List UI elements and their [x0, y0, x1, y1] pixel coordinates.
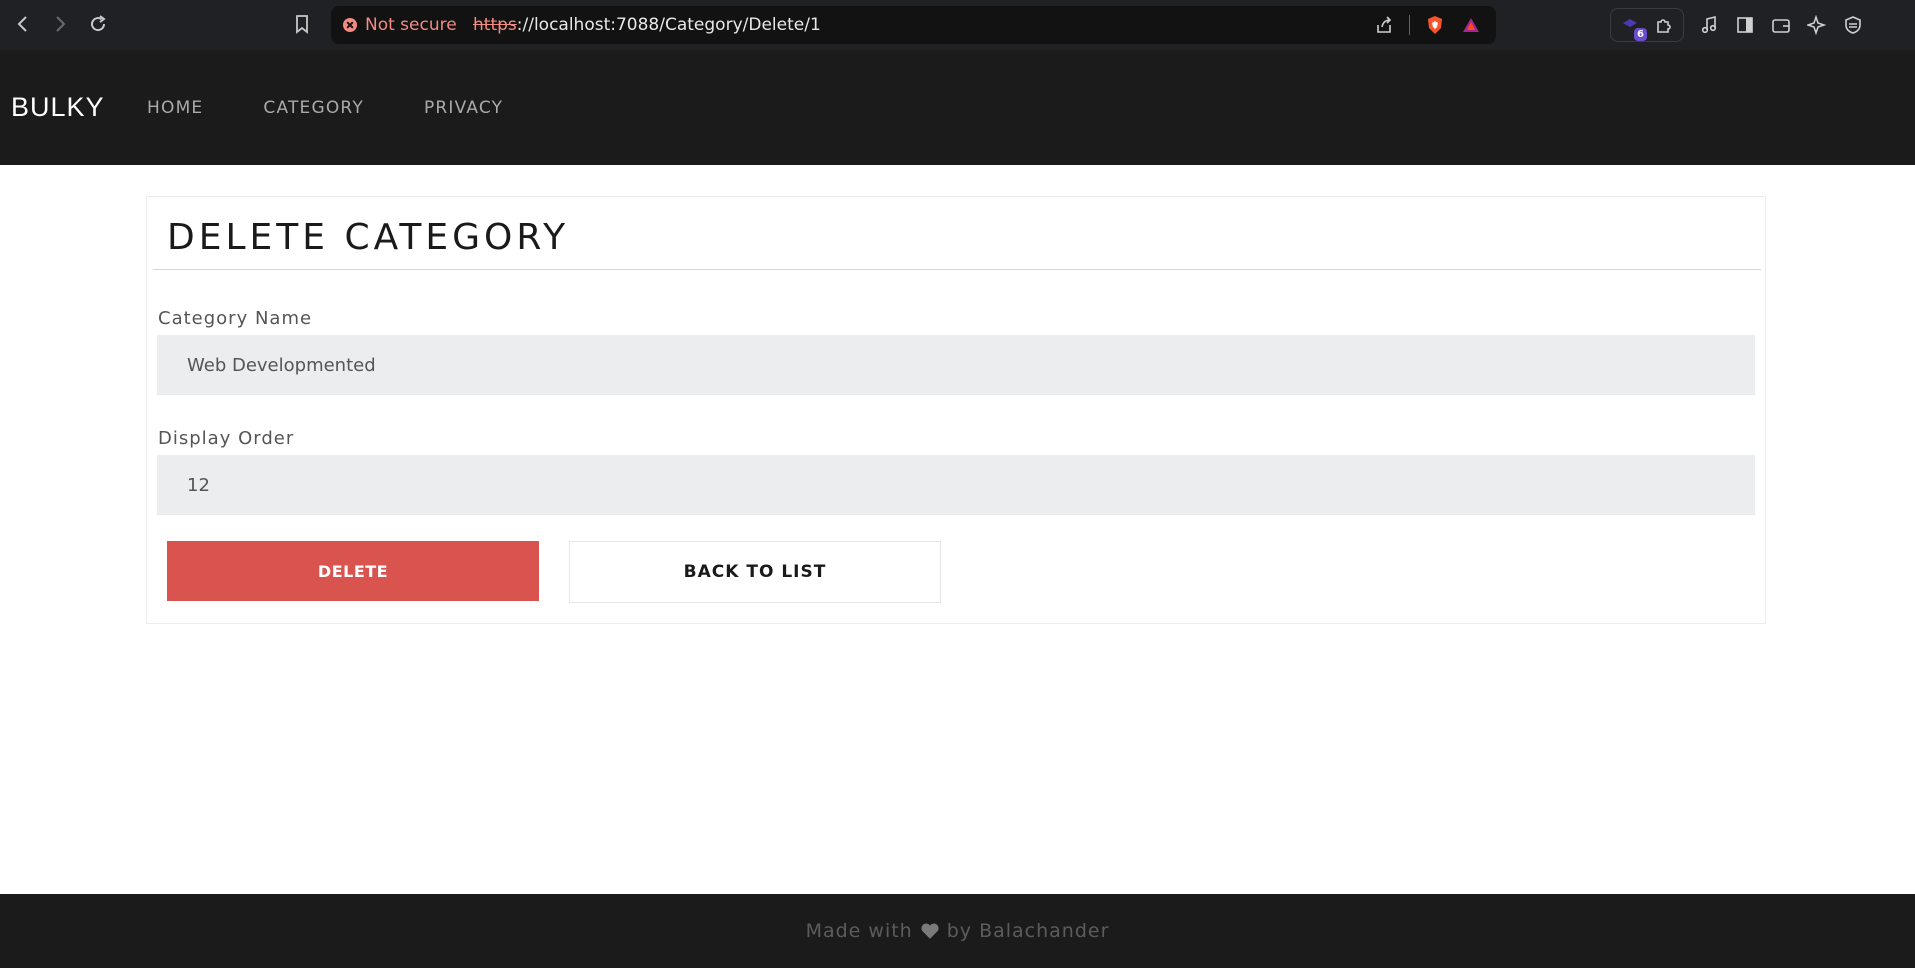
share-icon[interactable] — [1373, 14, 1395, 36]
title-divider — [153, 269, 1761, 270]
puzzle-icon[interactable] — [1653, 14, 1675, 36]
sidebar-icon[interactable] — [1734, 14, 1756, 36]
category-name-field[interactable]: Web Developmented — [157, 335, 1755, 395]
url-scheme: https — [473, 15, 517, 35]
brand-logo[interactable]: BULKY — [11, 50, 105, 165]
wallet-icon[interactable] — [1770, 14, 1792, 36]
nav-category[interactable]: CATEGORY — [263, 98, 364, 118]
back-arrow-icon[interactable] — [11, 12, 35, 36]
not-secure-icon — [343, 18, 357, 32]
delete-category-card: DELETE CATEGORY Category Name Web Develo… — [146, 196, 1766, 624]
security-indicator[interactable]: Not secure — [343, 6, 457, 44]
footer-prefix: Made with — [805, 920, 913, 942]
page-title: DELETE CATEGORY — [167, 217, 570, 258]
forward-arrow-icon[interactable] — [48, 12, 72, 36]
security-label: Not secure — [365, 15, 457, 35]
leo-ai-icon[interactable] — [1806, 14, 1828, 36]
display-order-field[interactable]: 12 — [157, 455, 1755, 515]
extension-icon[interactable]: 6 — [1619, 14, 1647, 41]
nav-privacy[interactable]: PRIVACY — [424, 98, 503, 118]
music-icon[interactable] — [1698, 14, 1720, 36]
display-order-label: Display Order — [158, 428, 295, 449]
browser-toolbar: Not secure https://localhost:7088/Catego… — [0, 0, 1915, 50]
url-text[interactable]: https://localhost:7088/Category/Delete/1 — [473, 6, 821, 44]
extension-badge: 6 — [1634, 28, 1647, 41]
divider — [1409, 15, 1410, 35]
category-name-label: Category Name — [158, 308, 313, 329]
address-bar[interactable]: Not secure https://localhost:7088/Catego… — [331, 6, 1496, 44]
reload-icon[interactable] — [86, 12, 110, 36]
nav-home[interactable]: HOME — [147, 98, 203, 118]
bookmark-icon[interactable] — [290, 12, 314, 36]
footer-suffix: by Balachander — [946, 920, 1110, 942]
site-footer: Made with by Balachander — [0, 894, 1915, 968]
extensions-group: 6 — [1610, 8, 1684, 42]
back-to-list-button[interactable]: BACK TO LIST — [569, 541, 941, 603]
brave-rewards-icon[interactable] — [1460, 14, 1482, 36]
nav-links: HOME CATEGORY PRIVACY — [147, 50, 563, 165]
delete-button[interactable]: DELETE — [167, 541, 539, 601]
site-navbar: BULKY HOME CATEGORY PRIVACY — [0, 50, 1915, 165]
url-path: ://localhost:7088/Category/Delete/1 — [516, 15, 821, 35]
heart-icon — [919, 920, 941, 942]
brave-shield-icon[interactable] — [1424, 14, 1446, 36]
vpn-icon[interactable] — [1842, 14, 1864, 36]
